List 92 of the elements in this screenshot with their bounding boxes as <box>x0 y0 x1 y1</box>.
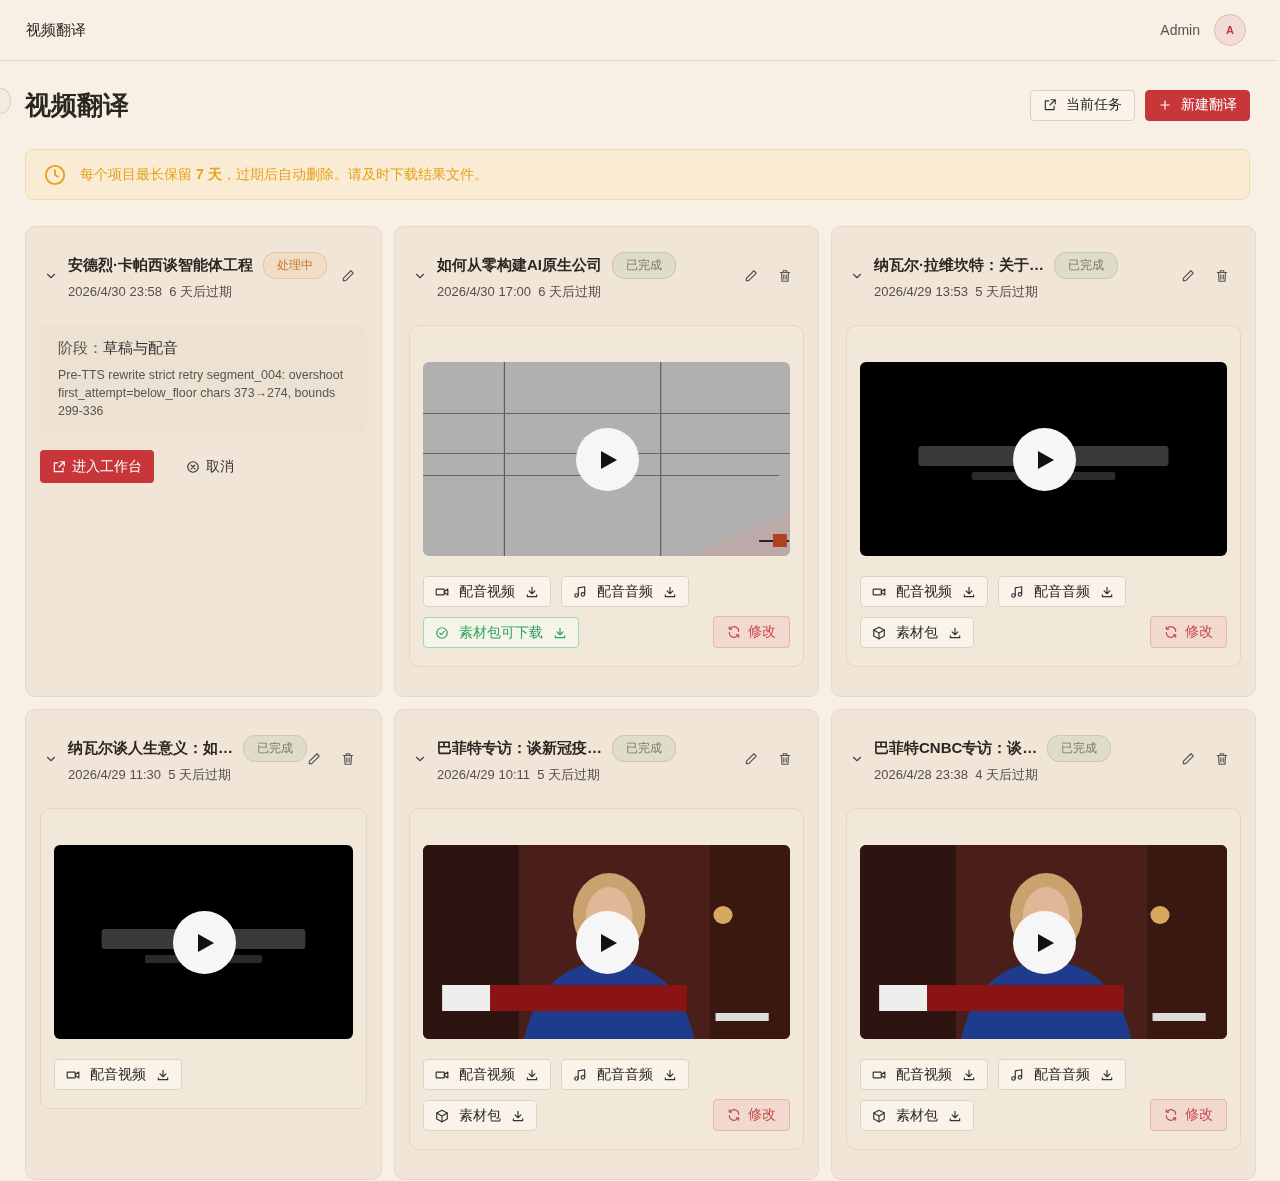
revise-button[interactable]: 修改 <box>713 616 790 648</box>
download-icon <box>525 1067 539 1082</box>
download-icon <box>962 584 976 599</box>
status-badge: 处理中 <box>263 251 327 279</box>
download-icon <box>948 1108 962 1123</box>
package-icon <box>872 1108 886 1123</box>
music-note-icon <box>573 584 587 599</box>
delete-icon[interactable] <box>1215 269 1229 283</box>
stage-message: Pre-TTS rewrite strict retry segment_004: overshoot first_attempt=below_floor chars 373→274, bounds 299-336 <box>58 367 345 420</box>
clock-icon <box>44 163 66 186</box>
music-note-icon <box>1010 1067 1024 1082</box>
app-title: 视频翻译 <box>26 20 86 40</box>
dubbed-audio-download[interactable]: 配音音频 <box>998 1059 1126 1090</box>
download-icon <box>1100 584 1114 599</box>
package-icon <box>435 1108 449 1123</box>
download-icon <box>948 625 962 640</box>
play-icon <box>601 450 617 469</box>
edit-icon[interactable] <box>341 269 355 283</box>
play-icon <box>601 933 617 952</box>
asset-package-download[interactable]: 素材包 <box>423 1100 537 1131</box>
delete-icon[interactable] <box>341 752 355 766</box>
check-circle-icon <box>435 625 449 640</box>
cancel-icon <box>186 459 200 474</box>
user-name: Admin <box>1160 22 1200 38</box>
dubbed-video-download[interactable]: 配音视频 <box>860 1059 988 1090</box>
package-icon <box>872 625 886 640</box>
edit-icon[interactable] <box>1181 752 1195 766</box>
revise-button[interactable]: 修改 <box>1150 1099 1227 1131</box>
edit-icon[interactable] <box>307 752 321 766</box>
dubbed-audio-download[interactable]: 配音音频 <box>561 576 689 607</box>
dubbed-video-download[interactable]: 配音视频 <box>54 1059 182 1090</box>
refresh-icon <box>1164 625 1178 639</box>
music-note-icon <box>1010 584 1024 599</box>
asset-package-download[interactable]: 素材包 <box>860 1100 974 1131</box>
page-title: 视频翻译 <box>25 88 129 122</box>
dubbed-audio-download[interactable]: 配音音频 <box>998 576 1126 607</box>
external-link-icon <box>52 459 66 474</box>
refresh-icon <box>727 1108 741 1122</box>
download-icon <box>511 1108 525 1123</box>
project-title: 巴菲特CNBC专访：谈… <box>874 738 1038 758</box>
plus-icon <box>1158 98 1172 112</box>
status-badge: 已完成 <box>612 734 676 762</box>
project-title: 巴菲特专访：谈新冠疫… <box>437 738 602 758</box>
stage-value: 草稿与配音 <box>103 339 178 356</box>
project-date: 2026/4/29 13:53 5 天后过期 <box>874 282 1040 301</box>
edit-icon[interactable] <box>744 752 758 766</box>
project-title: 纳瓦尔·拉维坎特：关于… <box>874 255 1044 275</box>
current-tasks-button[interactable]: 当前任务 <box>1030 89 1135 121</box>
asset-package-download[interactable]: 素材包 <box>860 617 974 648</box>
delete-icon[interactable] <box>778 752 792 766</box>
refresh-icon <box>1164 1108 1178 1122</box>
notice-text: 每个项目最长保留 7 天，过期后自动删除。请及时下载结果文件。 <box>80 165 488 184</box>
download-icon <box>962 1067 976 1082</box>
download-icon <box>663 584 677 599</box>
delete-icon[interactable] <box>1215 752 1229 766</box>
status-badge: 已完成 <box>612 251 676 279</box>
project-title: 安德烈·卡帕西谈智能体工程 <box>68 255 253 275</box>
dubbed-audio-download[interactable]: 配音音频 <box>561 1059 689 1090</box>
play-icon <box>198 933 214 952</box>
download-icon <box>1100 1067 1114 1082</box>
delete-icon[interactable] <box>778 269 792 283</box>
refresh-icon <box>727 625 741 639</box>
status-badge: 已完成 <box>1054 251 1118 279</box>
download-icon <box>156 1067 170 1082</box>
revise-button[interactable]: 修改 <box>713 1099 790 1131</box>
project-date: 2026/4/29 11:30 5 天后过期 <box>68 765 233 784</box>
project-date: 2026/4/29 10:11 5 天后过期 <box>437 765 602 784</box>
edit-icon[interactable] <box>1181 269 1195 283</box>
download-icon <box>663 1067 677 1082</box>
download-icon <box>553 625 567 640</box>
stage-label: 阶段： <box>58 339 103 356</box>
project-date: 2026/4/30 23:58 6 天后过期 <box>68 282 234 301</box>
external-link-icon <box>1043 98 1057 112</box>
status-badge: 已完成 <box>243 734 307 762</box>
music-note-icon <box>573 1067 587 1082</box>
cancel-button[interactable]: 取消 <box>174 450 246 483</box>
project-title: 如何从零构建AI原生公司 <box>437 255 602 275</box>
project-date: 2026/4/30 17:00 6 天后过期 <box>437 282 603 301</box>
revise-button[interactable]: 修改 <box>1150 616 1227 648</box>
download-icon <box>525 584 539 599</box>
new-translation-button[interactable]: 新建翻译 <box>1145 89 1250 121</box>
project-title: 纳瓦尔谈人生意义：如… <box>68 738 233 758</box>
dubbed-video-download[interactable]: 配音视频 <box>860 576 988 607</box>
dubbed-video-download[interactable]: 配音视频 <box>423 1059 551 1090</box>
dubbed-video-download[interactable]: 配音视频 <box>423 576 551 607</box>
open-workspace-button[interactable]: 进入工作台 <box>40 450 154 483</box>
play-icon <box>1038 450 1054 469</box>
play-icon <box>1038 933 1054 952</box>
status-badge: 已完成 <box>1047 734 1112 762</box>
project-date: 2026/4/28 23:38 4 天后过期 <box>874 765 1040 784</box>
user-avatar[interactable]: A <box>1214 14 1246 46</box>
edit-icon[interactable] <box>744 269 758 283</box>
